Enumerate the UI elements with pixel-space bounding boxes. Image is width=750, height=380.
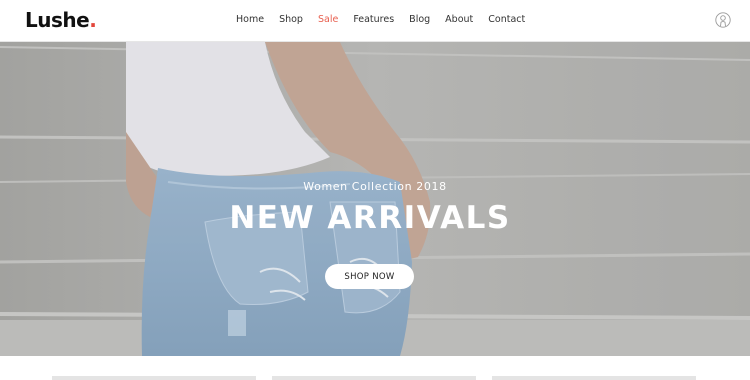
nav-item-home[interactable]: Home <box>236 13 264 29</box>
brand-name[interactable]: Lushe <box>25 8 90 32</box>
shop-now-button[interactable]: SHOP NOW <box>325 264 414 289</box>
nav-item-about[interactable]: About <box>445 13 473 29</box>
brand-dot: . <box>89 8 97 32</box>
brand-logo[interactable]: Lushe. <box>25 7 97 33</box>
hero-subtitle: Women Collection 2018 <box>303 180 447 193</box>
nav-item-features[interactable]: Features <box>353 13 394 29</box>
hero-image <box>0 42 750 356</box>
hero-title: NEW ARRIVALS <box>229 200 511 236</box>
user-icon[interactable] <box>715 12 731 28</box>
main-nav: Home Shop Sale Features Blog About Conta… <box>236 13 540 29</box>
product-cards-strip <box>0 376 750 380</box>
product-card[interactable] <box>272 376 476 380</box>
nav-item-sale[interactable]: Sale <box>318 13 338 29</box>
nav-item-shop[interactable]: Shop <box>279 13 303 29</box>
site-header: Lushe. Home Shop Sale Features Blog Abou… <box>0 0 750 42</box>
product-card[interactable] <box>492 376 696 380</box>
nav-item-contact[interactable]: Contact <box>488 13 525 29</box>
hero-banner: Women Collection 2018 NEW ARRIVALS SHOP … <box>0 42 750 356</box>
nav-item-blog[interactable]: Blog <box>409 13 430 29</box>
product-card[interactable] <box>52 376 256 380</box>
